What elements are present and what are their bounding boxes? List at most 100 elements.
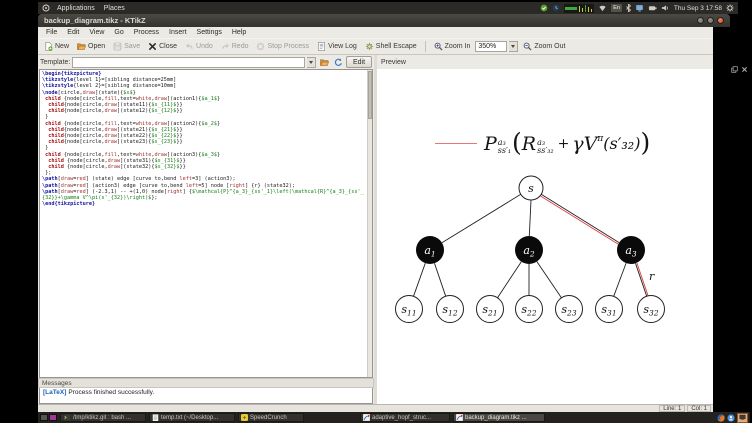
taskbar-item-label: backup_diagram.tikz ... [465, 414, 527, 421]
status-line: Line: 1 [659, 405, 686, 412]
close-button[interactable] [717, 17, 724, 24]
tree-edge [528, 199, 532, 237]
display-icon[interactable] [635, 4, 644, 12]
menu-help[interactable]: Help [227, 29, 251, 36]
menu-view[interactable]: View [84, 29, 109, 36]
tree-edge-highlight [540, 195, 619, 245]
preview-pane: Preview Pa₃ ss′₁(Ra₃ ss′₃₂ + γV π (s′₃₂)) [377, 55, 713, 404]
toolbar: New Open Save Close Undo Redo Stop Process View… [38, 38, 713, 55]
taskbar-item-4[interactable]: adaptive_hopf_struc... [360, 413, 450, 422]
template-dropdown-button[interactable] [307, 56, 316, 68]
zoom-dropdown-button[interactable] [509, 41, 519, 52]
workspace-1[interactable] [40, 414, 48, 421]
code-line: \end{tikzpicture} [42, 201, 96, 208]
wifi-icon[interactable] [598, 4, 607, 12]
updates-icon[interactable] [540, 4, 548, 12]
open-folder-icon [77, 42, 86, 51]
system-monitor-icon[interactable] [564, 3, 595, 13]
toolbar-button-label: Zoom Out [534, 43, 566, 50]
text-editor-icon [152, 414, 159, 421]
distro-icon [42, 4, 50, 12]
refresh-icon [334, 58, 343, 67]
stop-process-icon [256, 42, 265, 51]
zoom-level-combobox[interactable]: 350% [475, 41, 508, 52]
window-title-bar[interactable]: backup_diagram.tikz - KTikZ [38, 14, 730, 27]
show-desktop-button[interactable] [737, 412, 748, 423]
places-menu[interactable]: Places [102, 5, 127, 12]
template-reload-button[interactable] [332, 56, 344, 68]
open-folder-icon [319, 58, 329, 67]
chevron-down-icon [511, 45, 516, 48]
messages-output: [LaTeX] Process finished successfully. [39, 388, 373, 404]
backup-diagram: s a1 a2 a3 s11 s12 s21 s22 s23 s31 s32 r [395, 175, 665, 323]
template-bar: Template: Edit [38, 55, 374, 69]
undo-button: Undo [182, 41, 216, 52]
save-floppy-icon [113, 42, 122, 51]
maximize-button[interactable] [707, 17, 714, 24]
shell-escape-button[interactable]: Shell Escape [362, 41, 420, 52]
template-open-button[interactable] [318, 56, 330, 68]
code-editor[interactable]: \begin{tikzpicture} \tikzstyle{level 1}=[… [39, 69, 373, 378]
system-tray: En Thu Sep 3 17:58 [540, 3, 734, 13]
taskbar-item-3[interactable]: SpeedCrunch [238, 413, 304, 422]
status-col: Col: 1 [687, 405, 711, 412]
taskbar-item-label: adaptive_hopf_struc... [372, 414, 432, 421]
menu-bar: File Edit View Go Process Insert Settings Help [38, 27, 713, 38]
preview-canvas[interactable]: Pa₃ ss′₁(Ra₃ ss′₃₂ + γV π (s′₃₂)) s a1 a… [377, 69, 713, 404]
tikz-source-code: \begin{tikzpicture} \tikzstyle{level 1}=[… [40, 70, 366, 208]
firefox-icon[interactable] [717, 413, 725, 422]
editor-scrollbar[interactable] [367, 70, 372, 377]
applications-menu[interactable]: Applications [55, 5, 97, 12]
power-icon[interactable] [726, 4, 734, 12]
taskbar-item-1[interactable]: /tmp/ktikz.git : bash ... [60, 413, 146, 422]
taskbar-item-label: temp.txt (~/Desktop... [161, 414, 219, 421]
ktikz-icon [363, 414, 370, 421]
scrollbar-thumb[interactable] [368, 71, 372, 119]
zoom-out-icon [523, 42, 532, 51]
tree-edge [536, 261, 562, 299]
toolbar-button-label: Open [88, 43, 106, 50]
dock-close-icon[interactable] [741, 66, 748, 73]
save-button: Save [110, 41, 143, 52]
menu-file[interactable]: File [41, 29, 62, 36]
view-log-button[interactable]: View Log [314, 41, 360, 52]
taskbar-item-5[interactable]: backup_diagram.tikz ... [453, 413, 545, 422]
show-desktop-icon [739, 414, 746, 421]
zoom-in-icon [434, 42, 443, 51]
menu-insert[interactable]: Insert [164, 29, 192, 36]
menu-process[interactable]: Process [129, 29, 164, 36]
workspace-2[interactable] [49, 414, 57, 421]
template-combobox[interactable] [72, 56, 305, 68]
taskbar-item-2[interactable]: temp.txt (~/Desktop... [149, 413, 235, 422]
zoom-out-button[interactable]: Zoom Out [520, 41, 568, 52]
taskbar-item-label: /tmp/ktikz.git : bash ... [73, 414, 132, 421]
terminal-icon [63, 414, 71, 421]
window-buttons [697, 17, 724, 24]
menu-settings[interactable]: Settings [192, 29, 227, 36]
workspace-switcher [40, 414, 57, 421]
code-line: \path[draw=red] (-2.3,1) -- +(1,0) node[… [42, 188, 364, 202]
menu-go[interactable]: Go [109, 29, 128, 36]
dock-float-icon[interactable] [731, 66, 738, 73]
battery-icon[interactable] [648, 4, 657, 12]
close-button[interactable]: Close [145, 41, 180, 52]
messages-panel: Messages [LaTeX] Process finished success… [38, 378, 374, 404]
tray-clock-icon[interactable] [552, 4, 560, 12]
preview-label: Preview [381, 58, 406, 66]
close-window-icon [148, 42, 157, 51]
chat-icon[interactable] [727, 413, 735, 422]
window-title: backup_diagram.tikz - KTikZ [44, 16, 146, 25]
minimize-button[interactable] [697, 17, 704, 24]
menu-edit[interactable]: Edit [62, 29, 84, 36]
open-button[interactable]: Open [74, 41, 108, 52]
zoom-in-button[interactable]: Zoom In [431, 41, 474, 52]
shell-escape-icon [365, 42, 374, 51]
bluetooth-icon[interactable] [626, 4, 631, 12]
template-edit-button[interactable]: Edit [346, 56, 372, 68]
distro-icon[interactable] [42, 4, 50, 12]
volume-icon[interactable] [661, 4, 670, 12]
keyboard-layout-indicator[interactable]: En [611, 4, 622, 12]
new-button[interactable]: New [41, 41, 72, 52]
clock[interactable]: Thu Sep 3 17:58 [674, 5, 722, 12]
taskbar-item-label: SpeedCrunch [250, 414, 287, 421]
